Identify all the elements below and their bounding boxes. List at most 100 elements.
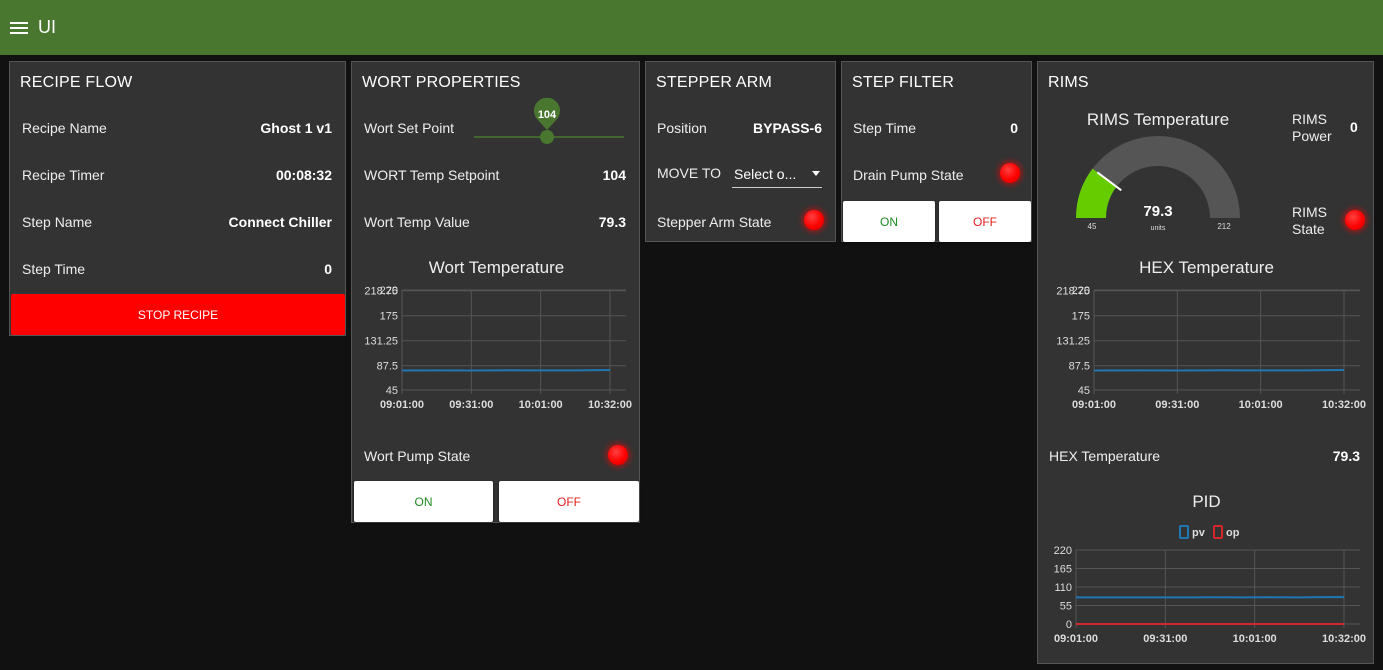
row-label: Recipe Timer bbox=[22, 167, 105, 183]
wort-pump-on-button[interactable]: ON bbox=[354, 481, 493, 522]
stepper-arm-state-led bbox=[804, 210, 824, 230]
row-value: Connect Chiller bbox=[228, 214, 332, 230]
chart-title: HEX Temperature bbox=[1139, 258, 1274, 277]
panel-title: STEPPER ARM bbox=[656, 74, 773, 91]
rims-power-label: RIMS Power bbox=[1292, 111, 1332, 145]
legend-swatch bbox=[1213, 525, 1223, 539]
row-label: Recipe Name bbox=[22, 120, 107, 136]
x-tick-label: 09:31:00 bbox=[1155, 399, 1199, 411]
legend-label: op bbox=[1226, 527, 1240, 539]
row-value: 00:08:32 bbox=[275, 167, 332, 183]
step-time-row: Step Time 0 bbox=[22, 259, 332, 279]
stop-recipe-button[interactable]: STOP RECIPE bbox=[11, 294, 345, 335]
y-tick-label: 0 bbox=[1066, 619, 1072, 631]
y-tick-label: 87.5 bbox=[377, 361, 398, 373]
y-tick-label: 175 bbox=[380, 311, 398, 323]
label-line: RIMS bbox=[1292, 204, 1327, 220]
panel-title: STEP FILTER bbox=[852, 74, 955, 91]
rims-panel: RIMS RIMS Temperature 79.3 units 45 212 … bbox=[1037, 61, 1374, 664]
stepper-arm-panel: STEPPER ARM Position BYPASS-6 MOVE TO Se… bbox=[645, 61, 836, 242]
row-value: 79.3 bbox=[598, 214, 626, 230]
wort-temp-value-row: Wort Temp Value 79.3 bbox=[364, 212, 626, 232]
row-label: HEX Temperature bbox=[1049, 448, 1161, 464]
x-tick-label: 10:01:00 bbox=[519, 399, 563, 411]
drain-pump-row: Drain Pump State bbox=[853, 165, 993, 185]
y-tick-label: 220 bbox=[1054, 545, 1072, 557]
gauge-units: units bbox=[1151, 225, 1166, 232]
wort-properties-panel: WORT PROPERTIES Wort Set Point 104 WORT … bbox=[351, 61, 640, 523]
gauge-max-label: 212 bbox=[1217, 222, 1231, 231]
row-label: Stepper Arm State bbox=[657, 214, 772, 230]
row-label: WORT Temp Setpoint bbox=[364, 167, 500, 183]
move-to-select[interactable]: Select o... bbox=[732, 160, 822, 188]
row-label: MOVE TO bbox=[657, 165, 722, 181]
y-tick-label: 55 bbox=[1060, 601, 1072, 613]
wort-set-point-row: Wort Set Point bbox=[364, 118, 474, 138]
slider-handle[interactable] bbox=[540, 130, 554, 144]
y-tick-label: 165 bbox=[1054, 564, 1072, 576]
legend-label: pv bbox=[1192, 527, 1206, 539]
row-label: Wort Pump State bbox=[364, 448, 471, 464]
app-title: UI bbox=[38, 17, 56, 37]
menu-icon[interactable] bbox=[10, 18, 36, 38]
recipe-name-row: Recipe Name Ghost 1 v1 bbox=[22, 118, 332, 138]
slider-value-text: 104 bbox=[538, 109, 557, 121]
x-tick-label: 10:01:00 bbox=[1233, 633, 1277, 645]
row-label: Position bbox=[657, 120, 707, 136]
x-tick-label: 09:01:00 bbox=[1072, 399, 1116, 411]
gauge-value: 79.3 bbox=[1143, 203, 1172, 220]
row-value: 79.3 bbox=[1332, 448, 1360, 464]
stepper-arm-state-row: Stepper Arm State bbox=[657, 212, 797, 232]
wort-temp-setpoint-row: WORT Temp Setpoint 104 bbox=[364, 165, 626, 185]
drain-pump-on-button[interactable]: ON bbox=[843, 201, 935, 242]
x-tick-label: 09:01:00 bbox=[1054, 633, 1098, 645]
row-value: Ghost 1 v1 bbox=[260, 120, 332, 136]
row-value: 0 bbox=[1010, 120, 1018, 136]
drain-pump-off-button[interactable]: OFF bbox=[939, 201, 1031, 242]
label-line: RIMS bbox=[1292, 111, 1327, 127]
row-label: Wort Set Point bbox=[364, 120, 455, 136]
gauge-min-label: 45 bbox=[1088, 222, 1097, 231]
top-bar: UI bbox=[0, 0, 1383, 55]
rims-power-value: 0 bbox=[1350, 119, 1358, 135]
position-row: Position BYPASS-6 bbox=[657, 118, 822, 138]
y-tick-label: 220 bbox=[1072, 285, 1090, 297]
select-value: Select o... bbox=[734, 165, 797, 182]
wort-temperature-chart: 4587.5131.25175218.7522009:01:00 09:31:00… bbox=[364, 285, 632, 411]
y-tick-label: 45 bbox=[1078, 385, 1090, 397]
x-tick-label: 10:32:00 bbox=[1322, 633, 1366, 645]
row-label: Step Time bbox=[22, 261, 86, 277]
rims-state-led bbox=[1345, 210, 1365, 230]
row-label: Step Time bbox=[853, 120, 917, 136]
chart-title: PID bbox=[1192, 492, 1221, 511]
x-tick-label: 09:01:00 bbox=[380, 399, 424, 411]
y-tick-label: 45 bbox=[386, 385, 398, 397]
x-tick-label: 09:31:00 bbox=[449, 399, 493, 411]
row-label: Step Name bbox=[22, 214, 93, 230]
y-tick-label: 110 bbox=[1054, 582, 1072, 594]
row-value: 0 bbox=[324, 261, 332, 277]
x-tick-label: 10:32:00 bbox=[588, 399, 632, 411]
rims-temperature-gauge: 79.3 units 45 212 bbox=[1076, 136, 1240, 232]
step-filter-panel: STEP FILTER Step Time 0 Drain Pump State… bbox=[841, 61, 1032, 242]
chevron-down-icon bbox=[812, 171, 820, 176]
panel-title: RECIPE FLOW bbox=[20, 74, 133, 91]
wort-pump-off-button[interactable]: OFF bbox=[499, 481, 639, 522]
row-value: BYPASS-6 bbox=[753, 120, 822, 136]
label-line: Power bbox=[1292, 128, 1332, 144]
x-tick-label: 09:31:00 bbox=[1143, 633, 1187, 645]
wort-pump-led bbox=[608, 445, 628, 465]
hex-temperature-chart: 4587.5131.25175218.7522009:01:00 09:31:00… bbox=[1056, 285, 1366, 411]
x-tick-label: 10:01:00 bbox=[1239, 399, 1283, 411]
row-label: Wort Temp Value bbox=[364, 214, 470, 230]
chart-title: Wort Temperature bbox=[428, 258, 565, 277]
y-tick-label: 131.25 bbox=[364, 336, 398, 348]
y-tick-label: 220 bbox=[380, 285, 398, 297]
wort-set-point-slider[interactable]: 104 bbox=[472, 98, 627, 148]
panel-title: WORT PROPERTIES bbox=[362, 74, 521, 91]
gauge-title: RIMS Temperature bbox=[1086, 110, 1230, 129]
x-tick-label: 10:32:00 bbox=[1322, 399, 1366, 411]
drain-pump-led bbox=[1000, 163, 1020, 183]
pid-chart: 0 55 110 165 220 09:01:00 09:31:00 10:01:00 10:3… bbox=[1054, 525, 1366, 645]
y-tick-label: 131.25 bbox=[1056, 336, 1090, 348]
